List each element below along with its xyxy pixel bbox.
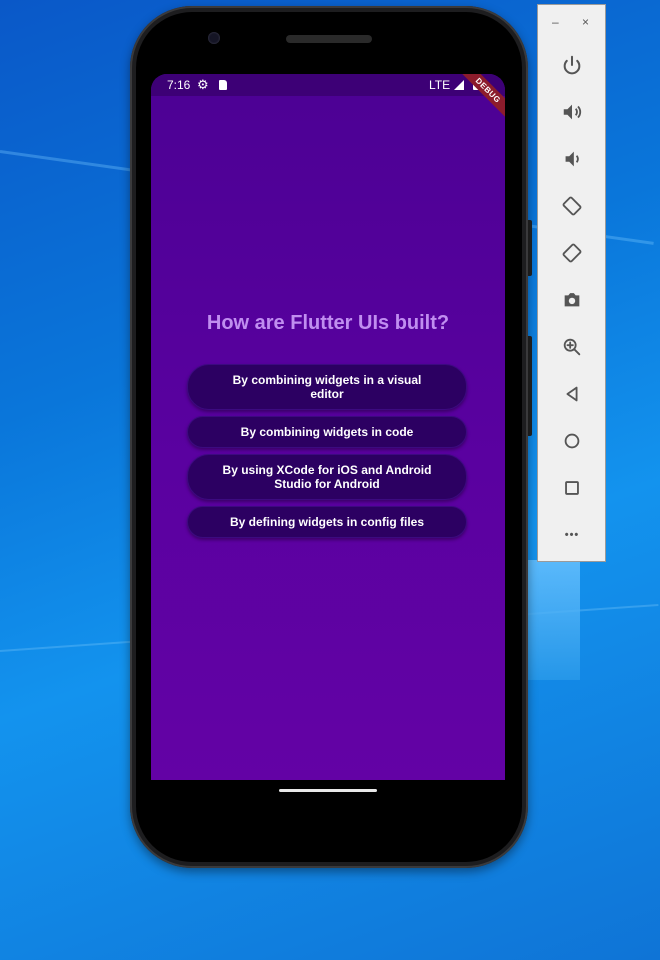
status-time: 7:16 [167,78,191,92]
answer-button[interactable]: By defining widgets in config files [187,506,467,538]
windows-logo-pane [520,560,580,680]
settings-gear-icon: ⚙ [197,77,209,92]
minimize-button[interactable]: – [552,15,559,29]
rotate-left-icon[interactable] [558,192,586,220]
rotate-right-icon[interactable] [558,239,586,267]
earpiece-speaker [286,35,372,43]
network-type: LTE [429,78,451,92]
more-options-icon[interactable]: ••• [558,521,586,549]
sd-card-icon [219,80,227,90]
volume-up-icon[interactable] [558,98,586,126]
home-indicator[interactable] [279,789,377,792]
overview-icon[interactable] [558,474,586,502]
answer-button[interactable]: By combining widgets in a visual editor [187,364,467,410]
volume-down-icon[interactable] [558,145,586,173]
app-screen: 7:16 ⚙ LTE DEBUG How are Flutter UIs bui… [151,74,505,780]
zoom-icon[interactable] [558,333,586,361]
front-camera [208,32,220,44]
camera-icon[interactable] [558,286,586,314]
status-bar: 7:16 ⚙ LTE [151,74,505,96]
quiz-question: How are Flutter UIs built? [206,312,450,334]
close-button[interactable]: × [582,15,589,29]
answer-button[interactable]: By combining widgets in code [187,416,467,448]
emulator-toolbar: – × ••• [537,4,606,562]
power-icon[interactable] [558,51,586,79]
home-icon[interactable] [558,427,586,455]
back-icon[interactable] [558,380,586,408]
signal-icon [454,80,464,90]
answer-button[interactable]: By using XCode for iOS and Android Studi… [187,454,467,500]
